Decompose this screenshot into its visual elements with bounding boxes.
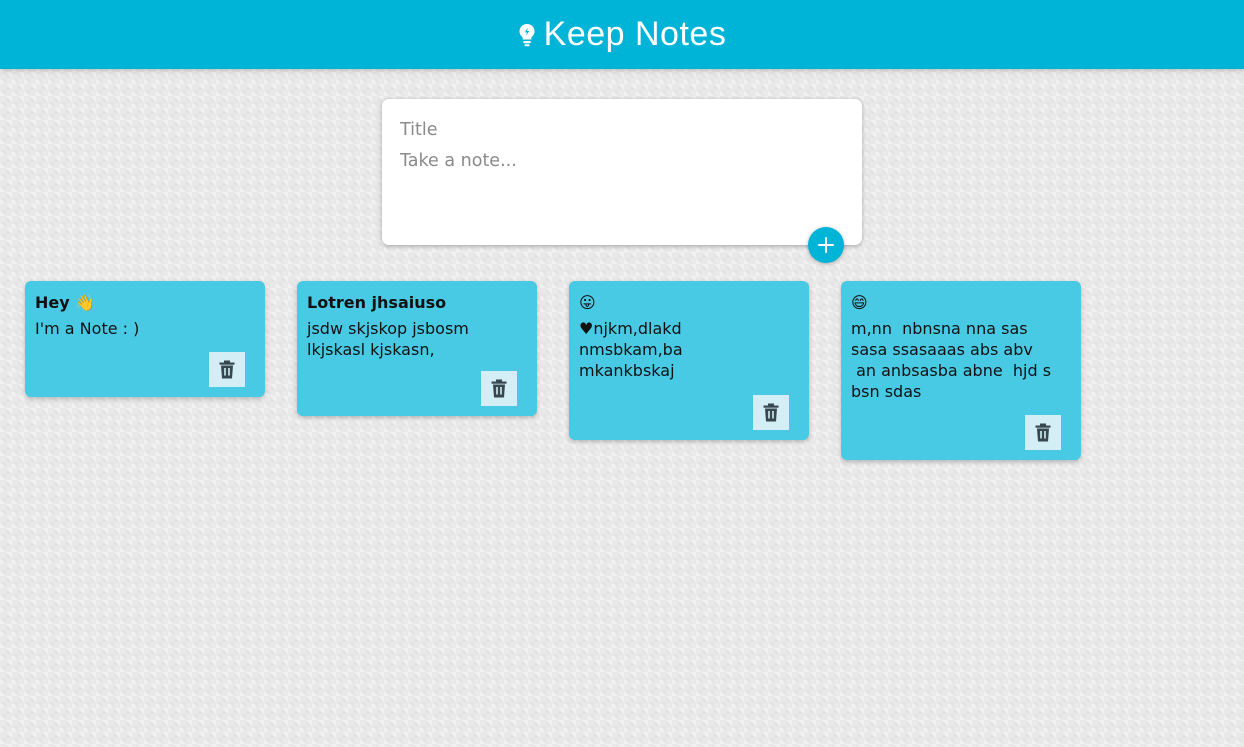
add-note-button[interactable] xyxy=(808,227,844,263)
note-composer xyxy=(382,99,862,245)
title-input[interactable] xyxy=(400,118,844,142)
note-content: jsdw skjskop jsbosm lkjskasl kjskasn, xyxy=(307,319,469,359)
note-card: 😄 m,nn nbnsna nna sas sasa ssasaaas abs … xyxy=(841,281,1081,460)
app-title: Keep Notes xyxy=(543,15,727,53)
delete-note-button[interactable] xyxy=(209,352,245,387)
note-title: 😛 xyxy=(579,293,596,312)
app-header: Keep Notes xyxy=(0,0,1244,69)
plus-icon xyxy=(818,237,834,253)
note-card: 😛 ♥njkm,dlakd nmsbkam,ba mkankbskaj xyxy=(569,281,809,440)
trash-icon xyxy=(1035,423,1051,442)
lightbulb-icon xyxy=(519,23,535,46)
note-title: Lotren jhsaiuso xyxy=(307,293,447,312)
trash-icon xyxy=(219,360,235,379)
note-content-input[interactable] xyxy=(400,150,844,220)
delete-note-button[interactable] xyxy=(481,371,517,406)
note-title: 😄 xyxy=(851,293,868,312)
trash-icon xyxy=(763,403,779,422)
delete-note-button[interactable] xyxy=(1025,415,1061,450)
note-title: Hey 👋 xyxy=(35,293,96,312)
delete-note-button[interactable] xyxy=(753,395,789,430)
note-card: Hey 👋 I'm a Note : ) xyxy=(25,281,265,397)
note-content: ♥njkm,dlakd nmsbkam,ba mkankbskaj xyxy=(579,319,683,380)
brand: Keep Notes xyxy=(518,15,727,54)
note-content: I'm a Note : ) xyxy=(35,319,140,338)
note-content: m,nn nbnsna nna sas sasa ssasaaas abs ab… xyxy=(851,319,1052,401)
trash-icon xyxy=(491,379,507,398)
note-card: Lotren jhsaiuso jsdw skjskop jsbosm lkjs… xyxy=(297,281,537,416)
